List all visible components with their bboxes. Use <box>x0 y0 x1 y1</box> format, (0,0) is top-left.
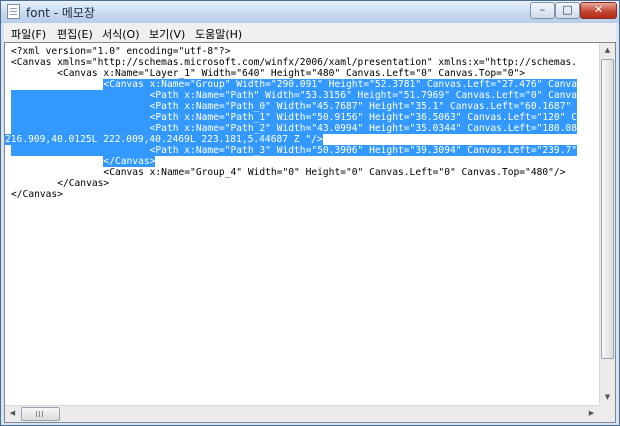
menu-bar: 파일(F) 편집(E) 서식(O) 보기(V) 도움말(H) <box>4 23 616 42</box>
selected-text: <Path x:Name="Path" Width="53.3156" Heig… <box>11 90 578 101</box>
menu-file[interactable]: 파일(F) <box>11 26 46 42</box>
window-title: font - 메모장 <box>26 6 95 20</box>
menu-format[interactable]: 서식(O) <box>102 26 139 42</box>
text-line: </Canvas> <box>11 189 63 200</box>
selected-text: <Path x:Name="Path_1" Width="50.9156" He… <box>11 112 578 123</box>
selected-text: <Path x:Name="Path_3" Width="50.3906" He… <box>11 145 578 156</box>
menu-view[interactable]: 보기(V) <box>149 26 185 42</box>
horizontal-scroll-thumb[interactable] <box>21 407 60 421</box>
selected-text: <Path x:Name="Path_0" Width="45.7687" He… <box>11 101 578 112</box>
notepad-icon[interactable] <box>7 4 20 19</box>
selected-text: 216.909,40.0125L 222.009,40.2469L 223.18… <box>5 134 323 145</box>
vertical-scrollbar[interactable]: ▲ ▼ <box>599 43 615 405</box>
arrow-down-icon[interactable]: ▼ <box>600 390 615 405</box>
maximize-button[interactable]: □ <box>555 2 580 19</box>
arrow-up-icon[interactable]: ▲ <box>600 43 615 58</box>
menu-help[interactable]: 도움말(H) <box>195 26 242 42</box>
vertical-scroll-thumb[interactable] <box>601 59 614 359</box>
text-area[interactable]: <?xml version="1.0" encoding="utf-8"?> <… <box>5 43 599 405</box>
text-editor[interactable]: <?xml version="1.0" encoding="utf-8"?> <… <box>4 42 616 423</box>
minimize-button[interactable]: – <box>530 2 555 19</box>
arrow-left-icon[interactable]: ◀ <box>5 406 20 421</box>
close-button[interactable]: ✕ <box>580 2 617 19</box>
selected-text: <Path x:Name="Path_2" Width="43.0994" He… <box>11 123 578 134</box>
selected-text: <Canvas x:Name="Group" Width="290.091" H… <box>103 79 578 90</box>
scrollbar-corner <box>599 405 615 422</box>
title-bar[interactable]: font - 메모장 – □ ✕ <box>1 1 619 23</box>
horizontal-scrollbar[interactable]: ◀ ▶ <box>5 405 599 422</box>
menu-edit[interactable]: 편집(E) <box>57 26 93 42</box>
arrow-right-icon[interactable]: ▶ <box>584 406 599 421</box>
notepad-window: font - 메모장 – □ ✕ 파일(F) 편집(E) 서식(O) 보기(V)… <box>0 0 620 426</box>
selected-text: </Canvas> <box>103 156 156 167</box>
